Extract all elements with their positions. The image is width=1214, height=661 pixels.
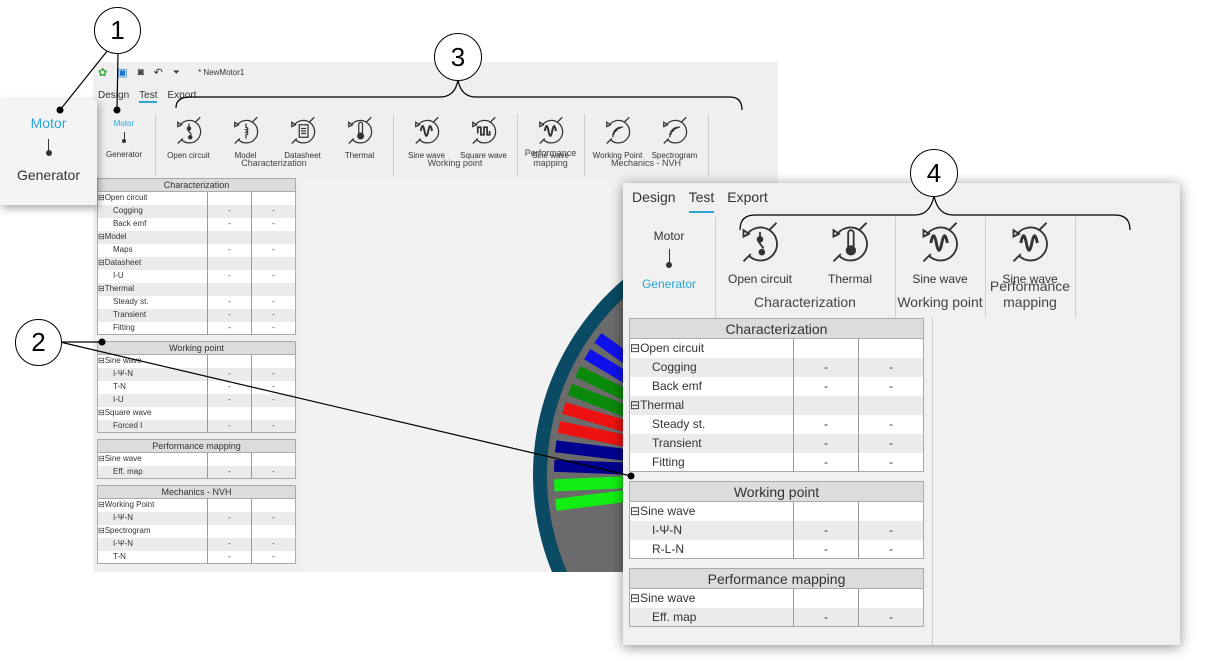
callout-3: 3 [434, 33, 482, 81]
callout-2: 2 [15, 319, 62, 366]
callout-4: 4 [910, 149, 958, 197]
callout-1: 1 [94, 7, 141, 54]
annotation-layer [56, 49, 1131, 480]
